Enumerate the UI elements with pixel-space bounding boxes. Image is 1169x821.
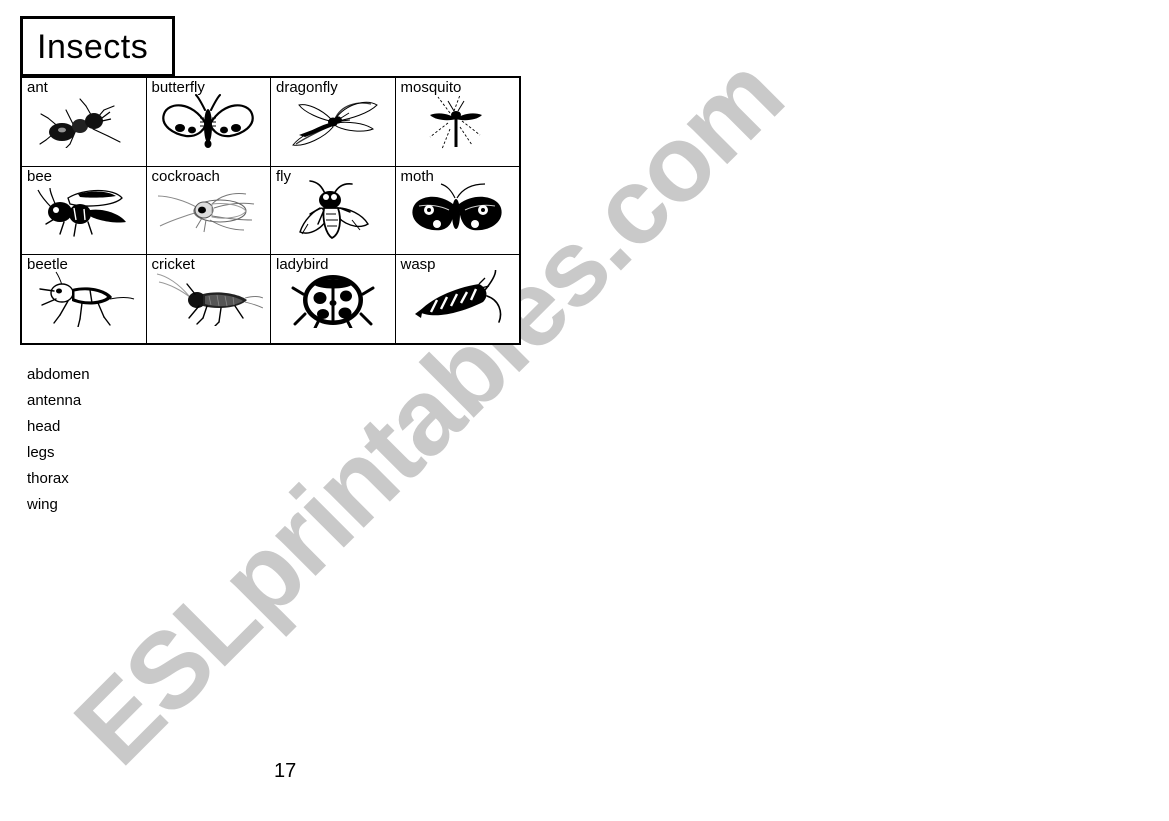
- picture-cell-moth: moth: [396, 167, 520, 255]
- page-number: 17: [274, 760, 297, 782]
- picture-cell-beetle: beetle: [22, 255, 147, 344]
- picture-cell-mosquito: mosquito: [396, 78, 520, 166]
- list-item: wing: [27, 496, 58, 513]
- table-row: beetle cricket ladybird wasp: [22, 255, 520, 344]
- picture-cell-bee: bee: [22, 166, 147, 255]
- cell-label: mosquito: [400, 79, 462, 96]
- picture-cell-cockroach: cockroach: [147, 166, 271, 255]
- list-item: thorax: [27, 470, 69, 487]
- picture-cell-fly: fly: [271, 166, 396, 255]
- left-page: Insects ant butterfly dragonfly mosquito…: [0, 0, 580, 821]
- insects-picture-table: ant butterfly dragonfly mosquito bee coc…: [20, 76, 521, 345]
- page-title: Insects: [37, 27, 149, 66]
- cell-label: ladybird: [276, 256, 329, 274]
- cell-label: butterfly: [151, 79, 205, 96]
- cell-label: wasp: [400, 256, 436, 274]
- insect-parts-word-list: abdomen antenna head legs thorax wing: [27, 362, 90, 518]
- cell-label: cricket: [151, 256, 195, 274]
- picture-cell-wasp: wasp: [396, 255, 520, 343]
- picture-cell-ladybird: ladybird: [271, 255, 396, 344]
- insects-title-box: Insects: [20, 16, 175, 77]
- table-row: bee cockroach fly moth: [22, 166, 520, 256]
- cell-label: cockroach: [151, 167, 220, 185]
- picture-cell-cricket: cricket: [147, 255, 271, 344]
- right-page: uU ugly: [603, 0, 1169, 821]
- picture-cell-ant: ant: [22, 78, 147, 166]
- picture-cell-butterfly: butterfly: [147, 78, 271, 166]
- cell-label: fly: [276, 167, 291, 185]
- cell-label: ant: [27, 79, 48, 96]
- cell-label: moth: [400, 167, 434, 185]
- cell-label: beetle: [27, 256, 68, 274]
- list-item: head: [27, 418, 61, 435]
- cell-label: bee: [27, 167, 53, 185]
- table-row: ant butterfly dragonfly mosquito: [22, 78, 519, 167]
- list-item: abdomen: [27, 366, 90, 383]
- list-item: legs: [27, 444, 55, 461]
- cell-label: dragonfly: [276, 79, 338, 96]
- picture-cell-dragonfly: dragonfly: [271, 78, 396, 166]
- list-item: antenna: [27, 392, 82, 409]
